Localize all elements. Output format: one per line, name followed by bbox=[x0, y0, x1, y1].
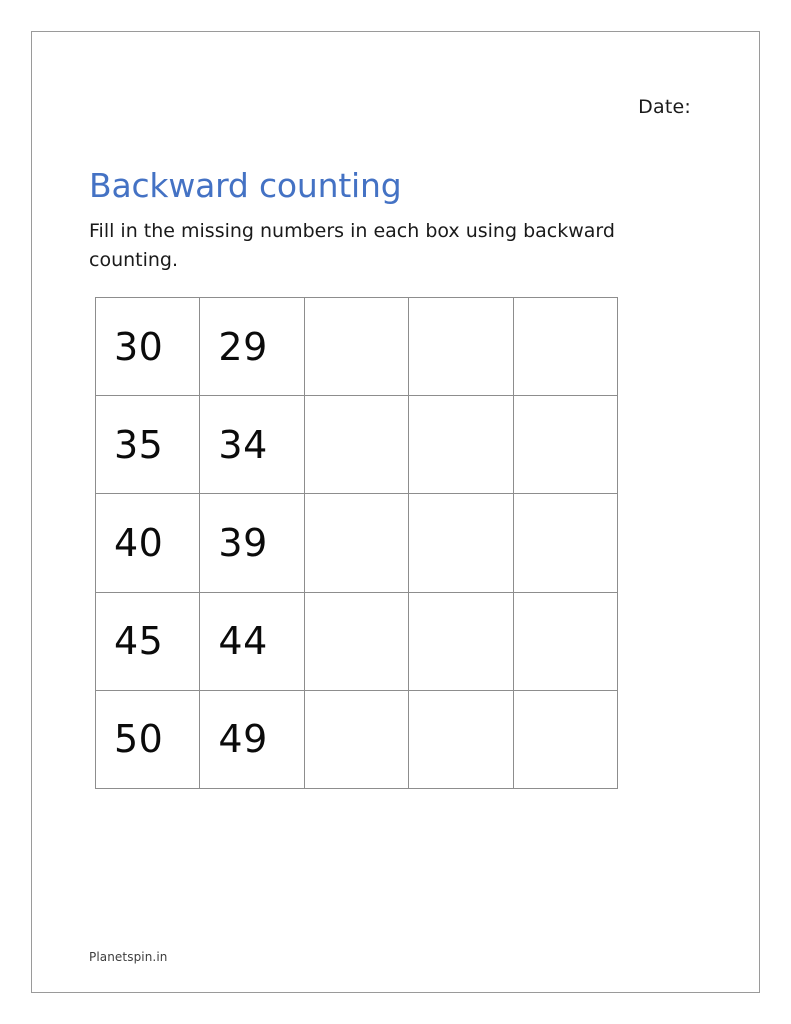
grid-cell-blank[interactable] bbox=[512, 689, 618, 789]
grid-cell-blank[interactable] bbox=[408, 296, 514, 397]
grid-cell[interactable]: 30 bbox=[94, 296, 201, 397]
grid-cell-blank[interactable] bbox=[303, 395, 410, 495]
table-row: 35 34 bbox=[94, 395, 618, 495]
grid-cell[interactable]: 39 bbox=[199, 493, 305, 593]
grid-cell-blank[interactable] bbox=[408, 493, 514, 593]
grid-cell[interactable]: 29 bbox=[199, 296, 305, 397]
grid-cell-blank[interactable] bbox=[303, 493, 410, 593]
grid-cell[interactable]: 34 bbox=[199, 395, 305, 495]
grid-cell[interactable]: 35 bbox=[94, 395, 201, 495]
table-row: 50 49 bbox=[94, 689, 618, 789]
site-footer: Planetspin.in bbox=[89, 950, 168, 964]
grid-cell-blank[interactable] bbox=[512, 296, 618, 397]
grid-cell-blank[interactable] bbox=[512, 591, 618, 691]
table-row: 40 39 bbox=[94, 493, 618, 593]
grid-cell[interactable]: 50 bbox=[94, 689, 201, 789]
grid-cell-blank[interactable] bbox=[512, 395, 618, 495]
grid-cell[interactable]: 45 bbox=[94, 591, 201, 691]
grid-cell[interactable]: 40 bbox=[94, 493, 201, 593]
counting-grid-container: 30 29 35 34 40 39 45 44 50 49 bbox=[94, 296, 618, 789]
page-title: Backward counting bbox=[89, 166, 402, 205]
grid-cell-blank[interactable] bbox=[303, 689, 410, 789]
grid-cell[interactable]: 44 bbox=[199, 591, 305, 691]
table-row: 30 29 bbox=[94, 296, 618, 397]
counting-grid: 30 29 35 34 40 39 45 44 50 49 bbox=[94, 296, 618, 789]
grid-cell-blank[interactable] bbox=[408, 689, 514, 789]
date-label: Date: bbox=[638, 96, 691, 118]
grid-cell-blank[interactable] bbox=[408, 591, 514, 691]
grid-cell-blank[interactable] bbox=[408, 395, 514, 495]
instructions-text: Fill in the missing numbers in each box … bbox=[89, 220, 615, 272]
date-row: Date: bbox=[32, 96, 759, 118]
table-row: 45 44 bbox=[94, 591, 618, 691]
grid-cell-blank[interactable] bbox=[303, 296, 410, 397]
worksheet-page: Date: Backward counting Fill in the miss… bbox=[31, 31, 760, 993]
grid-cell-blank[interactable] bbox=[303, 591, 410, 691]
grid-cell[interactable]: 49 bbox=[199, 689, 305, 789]
grid-cell-blank[interactable] bbox=[512, 493, 618, 593]
